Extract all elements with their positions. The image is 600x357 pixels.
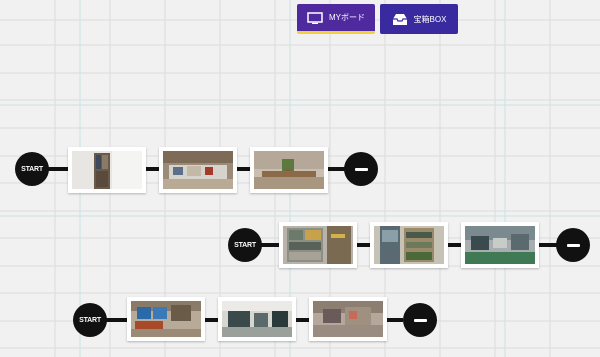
row1-end-remove-button[interactable]	[344, 152, 378, 186]
row1-start-label: START	[21, 165, 43, 173]
row3-photo-card-2[interactable]	[218, 297, 296, 341]
row2-start-node[interactable]: START	[228, 228, 262, 262]
row3-start-label: START	[79, 316, 101, 324]
photo-machines	[222, 301, 292, 337]
row1-photo-card-2[interactable]	[159, 147, 237, 193]
row2-photo-card-2[interactable]	[370, 222, 448, 268]
row2-end-remove-button[interactable]	[556, 228, 590, 262]
row3-photo-card-1[interactable]	[127, 297, 205, 341]
photo-shelf-cabinet	[283, 226, 353, 264]
photo-workshop-floor	[313, 301, 383, 337]
photo-storage-room	[72, 151, 142, 189]
row1-photo-card-1[interactable]	[68, 147, 146, 193]
my-board-label: MYボード	[329, 13, 365, 22]
row3-start-node[interactable]: START	[73, 303, 107, 337]
monitor-icon	[307, 11, 323, 24]
treasure-box-button[interactable]: 宝箱BOX	[380, 4, 458, 34]
my-board-button[interactable]: MYボード	[297, 4, 375, 34]
photo-desk-plant	[254, 151, 324, 189]
row2-photo-card-1[interactable]	[279, 222, 357, 268]
photo-blue-bins	[131, 301, 201, 337]
row2-start-label: START	[234, 241, 256, 249]
photo-garage-equipment	[465, 226, 535, 264]
photo-workbench-tools	[163, 151, 233, 189]
inbox-icon	[392, 13, 407, 25]
row1-start-node[interactable]: START	[15, 152, 49, 186]
treasure-box-label: 宝箱BOX	[413, 14, 447, 24]
row1-photo-card-3[interactable]	[250, 147, 328, 193]
row2-photo-card-3[interactable]	[461, 222, 539, 268]
row3-photo-card-3[interactable]	[309, 297, 387, 341]
photo-doorway-shelf	[374, 226, 444, 264]
row3-end-remove-button[interactable]	[403, 303, 437, 337]
